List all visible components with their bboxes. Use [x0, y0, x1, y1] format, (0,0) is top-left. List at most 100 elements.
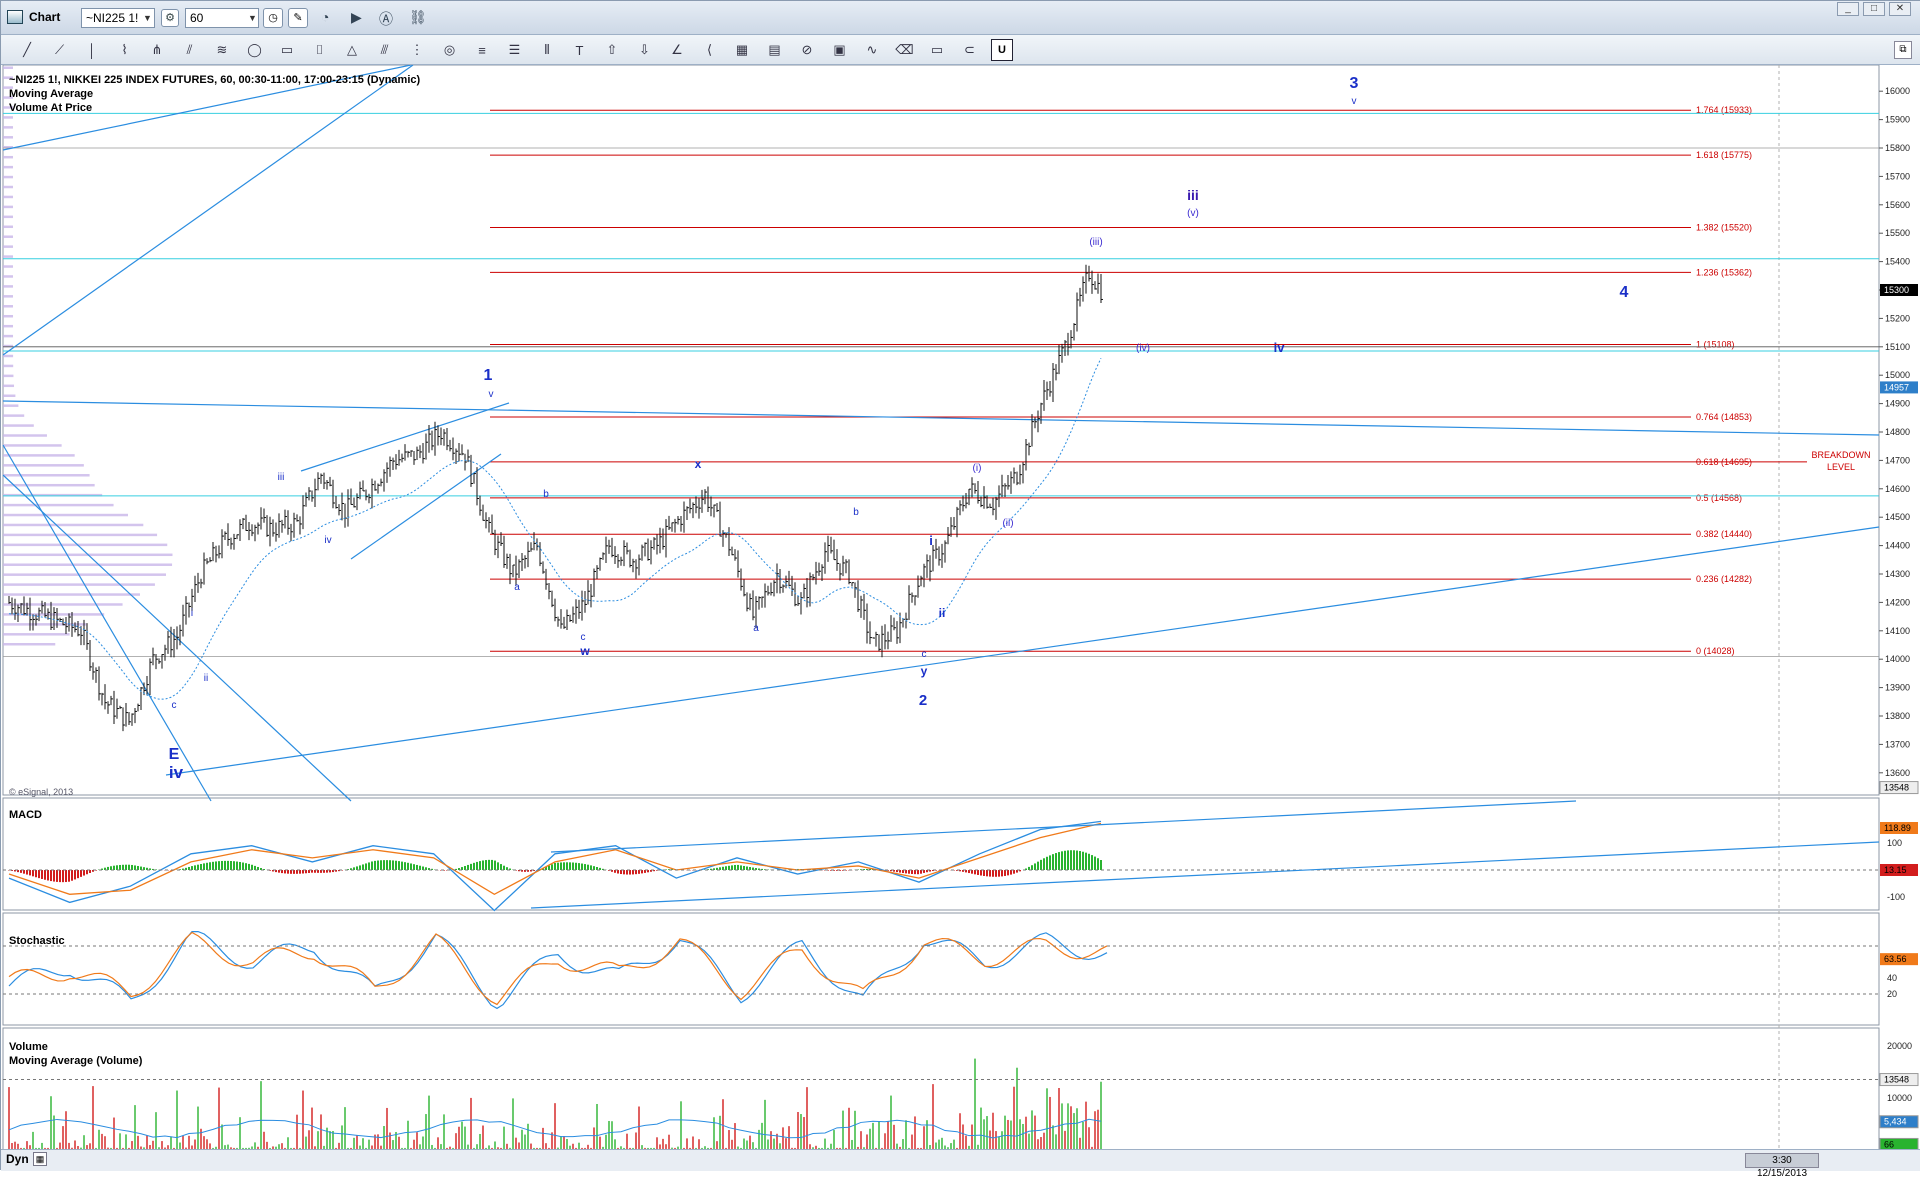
status-bar — [1, 1149, 1920, 1171]
macd-y-label: 100 — [1887, 838, 1902, 848]
fan-icon[interactable]: ⟨ — [698, 39, 722, 61]
down-arrow-icon[interactable]: ⇩ — [633, 39, 657, 61]
alert-icon[interactable]: Ⓐ — [379, 9, 393, 29]
fib-icon[interactable]: ⋮ — [405, 39, 429, 61]
wave-label: 2 — [919, 692, 927, 709]
refresh-icon[interactable]: ◔ — [321, 9, 329, 25]
horizontal-icon[interactable]: ≡ — [470, 39, 494, 61]
pointer-icon[interactable]: ◷ — [263, 8, 283, 28]
volume-profile-bar — [3, 483, 95, 487]
fork-icon[interactable]: ⋔ — [145, 39, 169, 61]
fib-label: 0 (14028) — [1696, 646, 1735, 656]
mob-icon[interactable]: ▤ — [763, 39, 787, 61]
magnet-icon[interactable]: U — [991, 39, 1013, 61]
circles-icon[interactable]: ◎ — [438, 39, 462, 61]
volume-profile-bar — [3, 225, 13, 229]
ray-icon[interactable]: ⟋ — [48, 39, 72, 61]
wave-label: 3 — [1350, 75, 1359, 92]
stochastic-title: Stochastic — [9, 935, 65, 947]
cycle-icon[interactable]: ⊘ — [795, 39, 819, 61]
maximize-button[interactable]: □ — [1863, 2, 1885, 16]
vertical-line-icon[interactable]: │ — [80, 39, 104, 61]
wave-label: i — [191, 608, 193, 619]
link-icon[interactable]: ⛓ — [409, 9, 427, 26]
volume-profile-bar — [3, 573, 166, 576]
detach-icon[interactable]: ⧉ — [1894, 41, 1912, 59]
wave-label: iii — [1187, 187, 1199, 203]
volume-profile-bar — [3, 643, 56, 646]
y-tick-label: 14100 — [1885, 626, 1910, 636]
wave-label: i — [929, 533, 933, 548]
volume-profile-bar — [3, 543, 168, 547]
volume-profile-bar — [3, 295, 14, 298]
y-tick-label: 15700 — [1885, 171, 1910, 181]
y-tick-label: 15200 — [1885, 313, 1910, 323]
horizontal-lines-icon[interactable]: ☰ — [503, 39, 527, 61]
play-icon[interactable]: ▶ — [351, 9, 362, 26]
wave-label: y — [921, 664, 928, 678]
wave-label: 1 — [484, 367, 493, 384]
ellipse-icon[interactable]: ◯ — [243, 39, 267, 61]
title-bar: Chart ~NI225 1! ▼ ⚙ 60 ▼ ◷ ✎ ◔ ▶ Ⓐ ⛓ _ □… — [1, 1, 1920, 35]
wave-icon[interactable]: ∿ — [860, 39, 884, 61]
y-tick-label: 14300 — [1885, 569, 1910, 579]
wave-label: w — [579, 644, 590, 658]
last-price-label: 15300 — [1884, 285, 1909, 295]
pti-icon[interactable]: ▣ — [828, 39, 852, 61]
volume-profile-bar — [3, 275, 14, 278]
volume-profile-bar — [3, 414, 25, 417]
copyright: © eSignal, 2013 — [9, 787, 74, 797]
draw-icon[interactable]: ✎ — [288, 8, 308, 28]
volume-profile-bar — [3, 434, 47, 437]
line-icon[interactable]: ╱ — [15, 39, 39, 61]
y-tick-label: 15900 — [1885, 115, 1910, 125]
status-dyn-icon[interactable]: ▦ — [33, 1152, 47, 1166]
triangle-icon[interactable]: △ — [340, 39, 364, 61]
settings-icon[interactable]: ⚙ — [161, 9, 179, 27]
grid-icon[interactable]: ▦ — [730, 39, 754, 61]
y-tick-label: 13600 — [1885, 768, 1910, 778]
angle-icon[interactable]: ∠ — [665, 39, 689, 61]
volume-title: Volume — [9, 1041, 48, 1053]
wave-label: c — [922, 649, 927, 660]
wave-label: (v) — [1187, 208, 1199, 219]
text-icon[interactable]: T — [568, 39, 592, 61]
brush-icon[interactable]: ⌷ — [308, 39, 332, 61]
wave-label: ii — [939, 606, 946, 620]
parallel-icon[interactable]: ⫽ — [178, 39, 202, 61]
volume-profile-bar — [3, 185, 13, 189]
polyline-icon[interactable]: ⌇ — [113, 39, 137, 61]
regression-icon[interactable]: ≋ — [210, 39, 234, 61]
wave-label: v — [1352, 96, 1357, 107]
vertical-lines-icon[interactable]: ⫴ — [535, 39, 559, 61]
wave-label: (iv) — [1136, 343, 1150, 354]
magnet-icon[interactable]: ⊂ — [958, 39, 982, 61]
close-button[interactable]: ✕ — [1889, 2, 1911, 16]
comment-icon[interactable]: ▭ — [925, 39, 949, 61]
price-chart[interactable]: 1.764 (15933)1.618 (15775)1.382 (15520)1… — [1, 65, 1920, 1171]
channel-icon[interactable]: ⫻ — [373, 39, 397, 61]
study-moving-average: Moving Average — [9, 88, 94, 100]
wave-label: (i) — [973, 463, 982, 474]
chevron-down-icon[interactable]: ▼ — [143, 13, 152, 23]
fib-label: 1.382 (15520) — [1696, 223, 1752, 233]
eraser-icon[interactable]: ⌫ — [893, 39, 917, 61]
wave-label: x — [695, 457, 702, 471]
chevron-down-icon[interactable]: ▼ — [248, 13, 257, 23]
volume-profile-bar — [3, 523, 144, 527]
wave-label: a — [514, 582, 520, 593]
minimize-button[interactable]: _ — [1837, 2, 1859, 16]
status-dyn[interactable]: Dyn — [6, 1152, 29, 1166]
wave-label: (ii) — [1002, 518, 1013, 529]
volume-profile-bar — [3, 364, 14, 368]
rectangle-icon[interactable]: ▭ — [275, 39, 299, 61]
wave-label: iii — [278, 472, 285, 483]
volume-profile-bar — [3, 126, 13, 129]
up-arrow-icon[interactable]: ⇧ — [600, 39, 624, 61]
y-tick-label: 15800 — [1885, 143, 1910, 153]
y-tick-label: 13900 — [1885, 683, 1910, 693]
y-tick-label: 15400 — [1885, 257, 1910, 267]
fib-label: 0.5 (14568) — [1696, 493, 1742, 503]
wave-label: (iii) — [1089, 237, 1102, 248]
volume-profile-bar — [3, 334, 14, 338]
